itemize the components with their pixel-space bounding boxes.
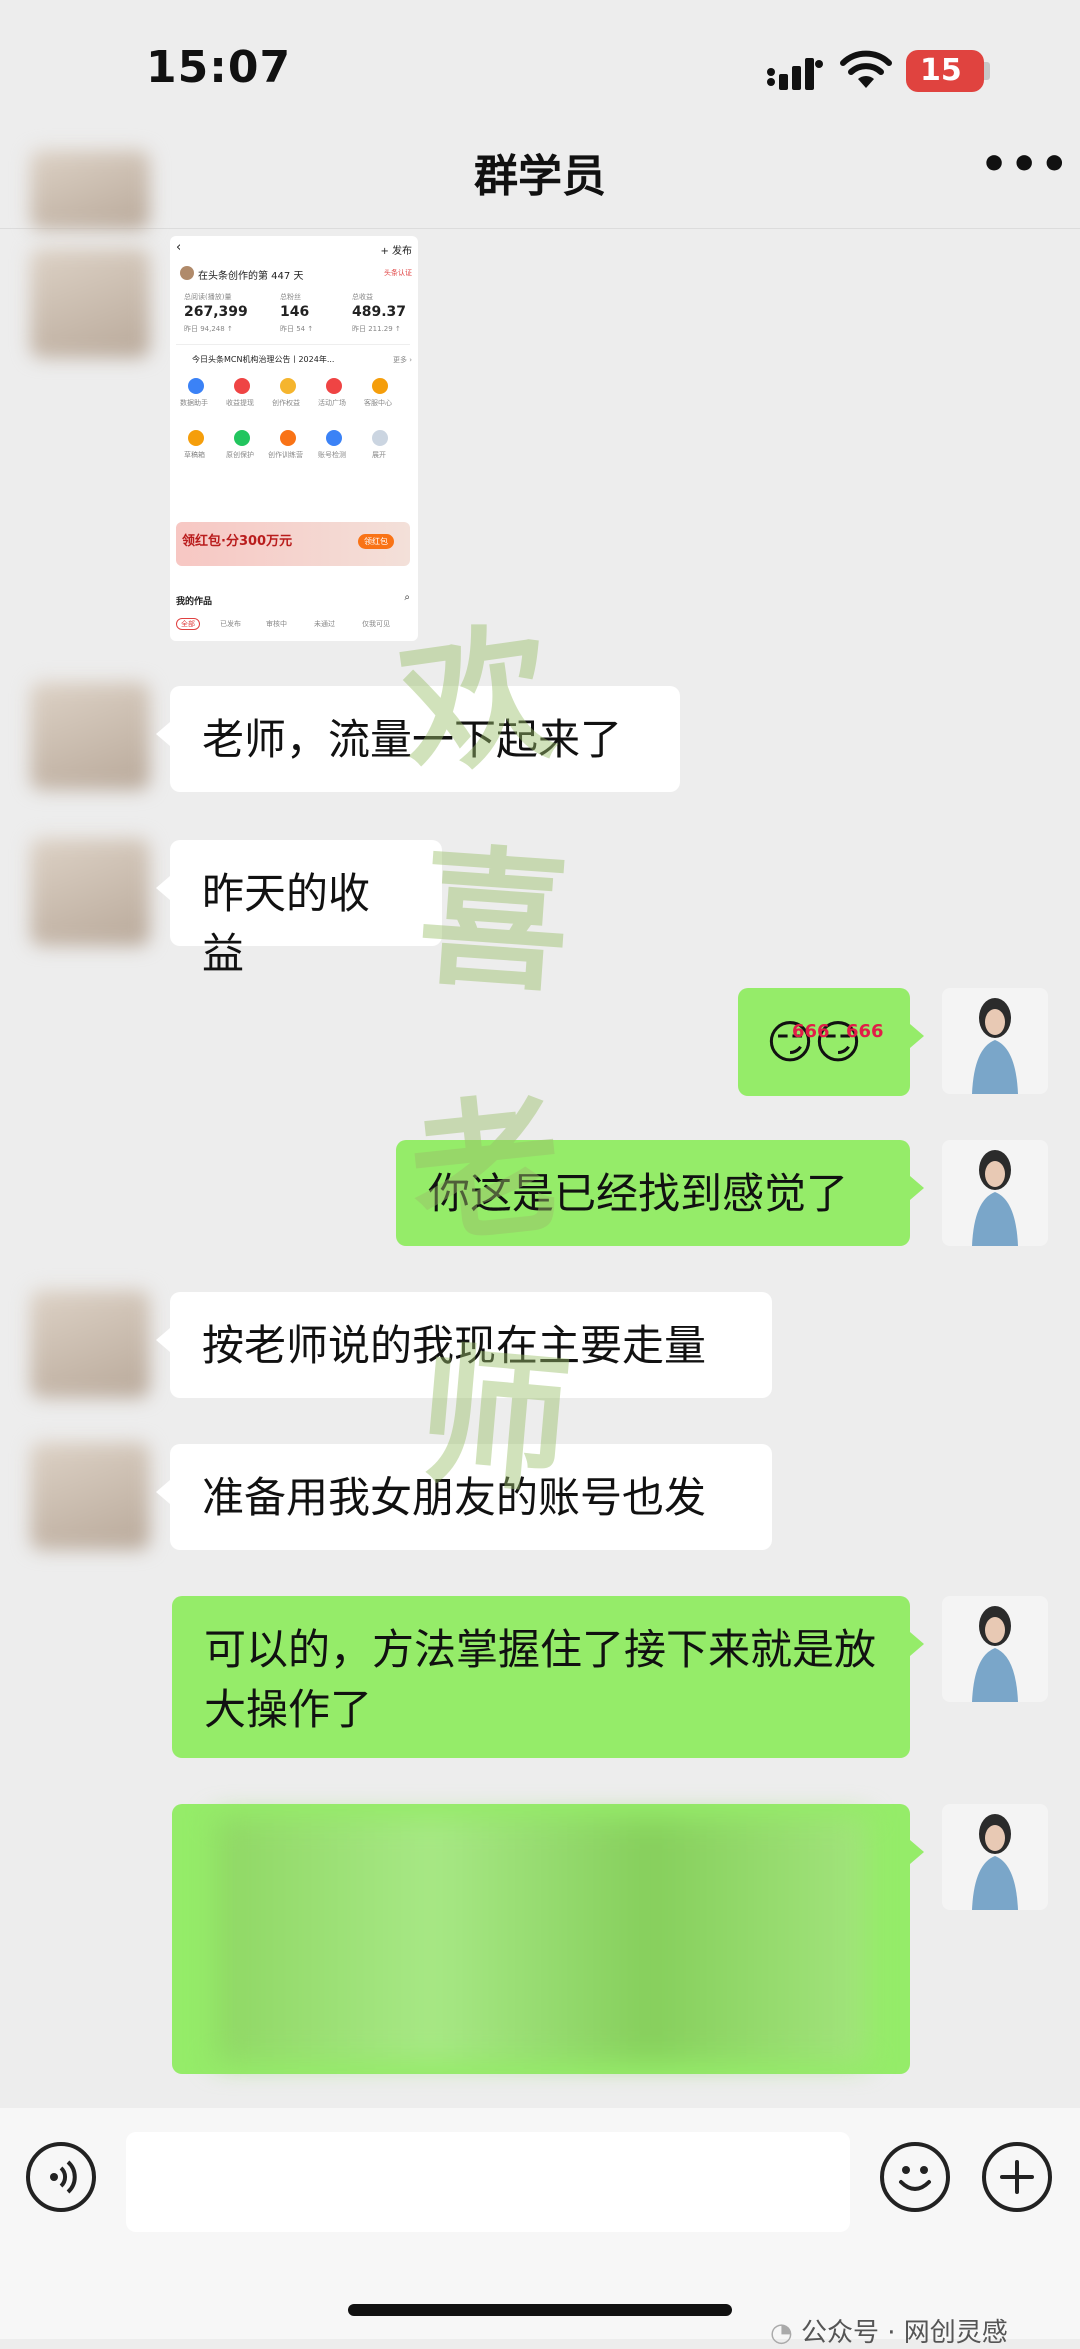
- footer-watermark: ◔ 公众号 · 网创灵感: [770, 2312, 1008, 2349]
- blurred-header-element: [30, 150, 150, 230]
- home-indicator[interactable]: [348, 2304, 732, 2316]
- avatar-portrait-icon: [972, 1606, 1018, 1702]
- training-icon: [280, 430, 296, 446]
- works-tab-active: 全部: [176, 618, 200, 630]
- message-input[interactable]: [126, 2132, 850, 2232]
- my-avatar[interactable]: [942, 988, 1048, 1094]
- tool-label: 展开: [372, 451, 386, 459]
- activity-icon: [326, 378, 342, 394]
- bubble-tail: [910, 1840, 924, 1864]
- emoji-icon: [899, 2166, 931, 2191]
- stat-label: 总收益: [352, 293, 373, 301]
- shared-screenshot-image[interactable]: ‹ + 发布 在头条创作的第 447 天 头条认证 总阅读(播放)量 267,3…: [170, 236, 418, 641]
- voice-icon: [50, 2160, 77, 2194]
- chat-title: 群学员: [474, 151, 606, 202]
- tool-label: 原创保护: [226, 451, 254, 459]
- wifi-icon: [840, 50, 892, 88]
- stat-label: 总阅读(播放)量: [184, 293, 232, 301]
- my-avatar[interactable]: [942, 1140, 1048, 1246]
- plus-icon: [1000, 2160, 1034, 2194]
- message-bubble[interactable]: 昨天的收益: [170, 840, 442, 978]
- sender-avatar[interactable]: [30, 838, 150, 946]
- works-tab: 审核中: [266, 620, 287, 628]
- avatar-portrait-icon: [972, 1150, 1018, 1246]
- back-icon: ‹: [176, 240, 182, 255]
- works-tab: 仅我可见: [362, 620, 390, 628]
- bubble-tail: [910, 1024, 924, 1048]
- bubble-tail: [910, 1176, 924, 1200]
- publish-label: + 发布: [380, 246, 412, 257]
- service-icon: [372, 378, 388, 394]
- notice-text: 今日头条MCN机构治理公告丨2024年...: [192, 355, 335, 364]
- status-time: 15:07: [146, 42, 292, 93]
- my-avatar[interactable]: [942, 1596, 1048, 1702]
- divider: [176, 344, 410, 345]
- tool-label: 创作训练营: [268, 451, 303, 459]
- watermark-char: 喜: [413, 827, 576, 1014]
- sender-avatar[interactable]: [30, 248, 150, 358]
- banner-button: 领红包: [358, 534, 394, 549]
- tool-label: 账号检测: [318, 451, 346, 459]
- red-packet-banner: 领红包·分300万元 领红包: [176, 522, 410, 566]
- wechat-logo-icon: ◔: [770, 2318, 793, 2348]
- blur-redaction: [216, 1818, 866, 2062]
- avatar-portrait-icon: [972, 1814, 1018, 1910]
- watermark-char: 老: [402, 1075, 571, 1267]
- watermark-char: 师: [411, 1326, 577, 1516]
- footer-label: 公众号 · 网创灵感: [800, 2318, 1008, 2348]
- tool-label: 活动广场: [318, 399, 346, 407]
- notice-more: 更多 ›: [392, 356, 412, 364]
- tool-label: 草稿箱: [184, 451, 205, 459]
- redacted-message-bubble[interactable]: [172, 1804, 910, 2074]
- works-tab: 未通过: [314, 620, 335, 628]
- creator-days: 在头条创作的第 447 天: [198, 271, 304, 282]
- watermark-char: 欢: [390, 603, 564, 799]
- voice-button[interactable]: [26, 2142, 96, 2212]
- nav-divider: [0, 228, 1080, 229]
- verify-label: 头条认证: [384, 269, 412, 277]
- message-bubble[interactable]: 可以的，方法掌握住了接下来就是放大操作了: [172, 1596, 910, 1758]
- stat-value: 267,399: [184, 304, 248, 320]
- withdraw-icon: [234, 378, 250, 394]
- bubble-tail: [910, 1632, 924, 1656]
- works-title: 我的作品: [176, 597, 213, 607]
- sender-avatar[interactable]: [30, 1290, 150, 1398]
- signal-icon: [767, 58, 823, 90]
- my-avatar[interactable]: [942, 1804, 1048, 1910]
- rights-icon: [280, 378, 296, 394]
- battery-nub: [984, 62, 990, 80]
- avatar-portrait-icon: [972, 998, 1018, 1094]
- sender-avatar[interactable]: [30, 1442, 150, 1550]
- tool-label: 收益提现: [226, 399, 254, 407]
- plus-button[interactable]: [982, 2142, 1052, 2212]
- stat-sub: 昨日 54 ↑: [280, 325, 314, 333]
- battery-indicator: 15: [906, 50, 984, 92]
- bubble-tail: [156, 1328, 170, 1352]
- stat-value: 489.37: [352, 304, 407, 320]
- tool-label: 创作权益: [272, 399, 300, 407]
- banner-title: 领红包·分300万元: [182, 534, 293, 549]
- expand-icon: [372, 430, 388, 446]
- emoji-badge: 666: [792, 1021, 830, 1042]
- sender-avatar[interactable]: [30, 682, 150, 790]
- drafts-icon: [188, 430, 204, 446]
- works-tab: 已发布: [220, 620, 241, 628]
- bubble-tail: [156, 722, 170, 746]
- account-check-icon: [326, 430, 342, 446]
- data-helper-icon: [188, 378, 204, 394]
- creator-avatar: [180, 266, 194, 280]
- original-icon: [234, 430, 250, 446]
- tool-label: 数据助手: [180, 399, 208, 407]
- more-icon[interactable]: •••: [980, 143, 1070, 187]
- emoji-message-bubble[interactable]: 😏😏 666 666: [738, 988, 910, 1096]
- tool-label: 客服中心: [364, 399, 392, 407]
- stat-sub: 昨日 211.29 ↑: [352, 325, 401, 333]
- bubble-tail: [156, 1480, 170, 1504]
- stat-value: 146: [280, 304, 310, 320]
- bubble-tail: [156, 876, 170, 900]
- emoji-button[interactable]: [880, 2142, 950, 2212]
- emoji-badge: 666: [846, 1021, 884, 1042]
- stat-label: 总粉丝: [280, 293, 301, 301]
- stat-sub: 昨日 94,248 ↑: [184, 325, 233, 333]
